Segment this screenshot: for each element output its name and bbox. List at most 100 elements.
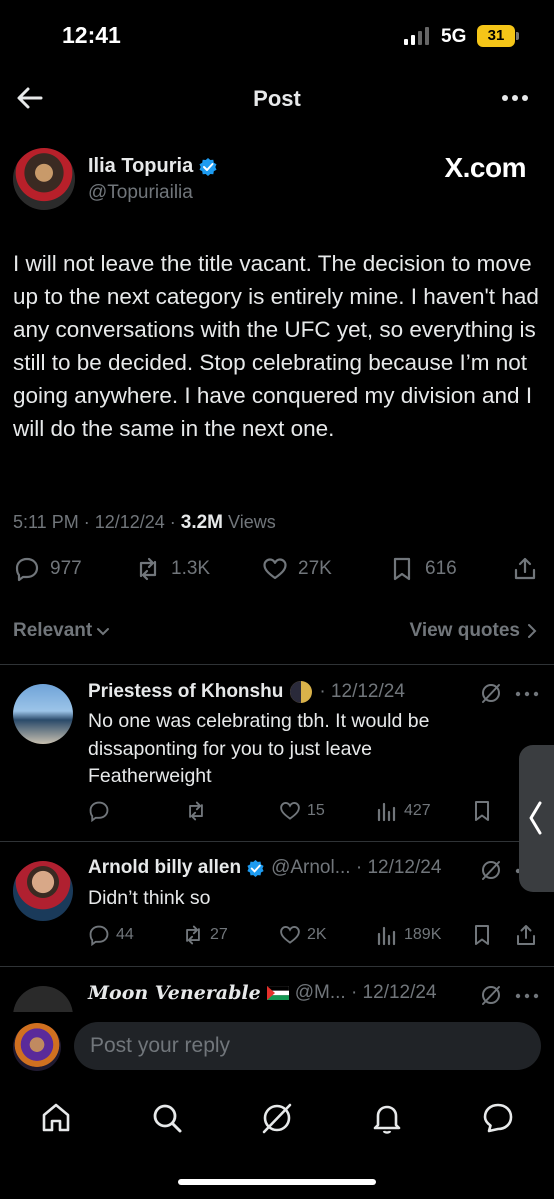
- views-button[interactable]: 189K: [376, 924, 441, 946]
- share-button[interactable]: [512, 556, 538, 582]
- post-text: I will not leave the title vacant. The d…: [13, 251, 539, 441]
- sort-dropdown[interactable]: Relevant: [13, 620, 110, 642]
- source-badge: X.com: [444, 152, 526, 183]
- notifications-bell-icon[interactable]: [370, 1101, 404, 1135]
- verified-badge-icon: [199, 157, 217, 176]
- share-icon[interactable]: [515, 924, 537, 946]
- grok-icon[interactable]: [260, 1101, 294, 1135]
- reply-icon: [89, 925, 109, 946]
- like-count: 27K: [298, 558, 332, 579]
- signal-icon: [404, 27, 429, 45]
- battery-level: 31: [487, 27, 505, 44]
- side-drawer-handle[interactable]: [519, 745, 554, 892]
- avatar[interactable]: [13, 684, 73, 744]
- reply-text: Didn’t think so: [88, 887, 211, 909]
- bookmark-button[interactable]: 616: [389, 556, 457, 582]
- reply-composer: Post your reply: [0, 1012, 554, 1082]
- chevron-down-icon: [97, 628, 110, 636]
- bookmark-count: 616: [425, 558, 457, 579]
- author-handle[interactable]: @Topuriailia: [88, 182, 193, 204]
- reply-item[interactable]: Arnold billy allen @Arnol... · 12/12/24 …: [0, 857, 554, 962]
- reply-header: Moon Venerable @M... · 12/12/24: [88, 982, 437, 1004]
- reply-input[interactable]: Post your reply: [74, 1022, 541, 1070]
- view-quotes-link[interactable]: View quotes: [409, 620, 538, 642]
- reply-text: No one was celebrating tbh. It would be …: [88, 710, 430, 787]
- avatar[interactable]: [13, 148, 75, 210]
- heart-icon: [280, 802, 300, 820]
- header: Post: [0, 72, 554, 126]
- repost-button[interactable]: 1.3K: [135, 556, 210, 582]
- repost-icon: [186, 925, 200, 945]
- reply-author-name[interactable]: Priestess of Khonshu: [88, 681, 283, 703]
- reply-meta: @Arnol... · 12/12/24: [271, 857, 442, 878]
- avatar[interactable]: [13, 1023, 61, 1071]
- more-options-icon[interactable]: [500, 84, 530, 112]
- reply-item[interactable]: Priestess of Khonshu · 12/12/24 No one w…: [0, 680, 554, 840]
- bookmark-icon[interactable]: [471, 800, 493, 822]
- repost-button[interactable]: 27: [182, 924, 228, 946]
- reply-input-placeholder: Post your reply: [90, 1034, 231, 1057]
- chevron-left-icon: [529, 801, 542, 835]
- views-count: 427: [404, 802, 431, 819]
- author-name: Ilia Topuria: [88, 155, 194, 177]
- post-meta: 5:11 PM · 12/12/24 · 3.2M Views: [13, 512, 276, 534]
- author-name-row[interactable]: Ilia Topuria: [88, 155, 218, 178]
- like-button[interactable]: 27K: [262, 556, 332, 582]
- reply-button[interactable]: 44: [88, 924, 134, 946]
- views-count[interactable]: 3.2M: [181, 512, 223, 533]
- views-icon: [377, 802, 396, 822]
- like-count: 2K: [307, 926, 327, 943]
- divider: [0, 664, 554, 665]
- grok-icon[interactable]: [480, 682, 502, 704]
- bookmark-icon: [393, 557, 411, 581]
- messages-icon[interactable]: [481, 1101, 515, 1135]
- reply-button[interactable]: [88, 800, 116, 822]
- reply-count: 44: [116, 926, 134, 943]
- avatar[interactable]: [13, 861, 73, 921]
- views-count: 189K: [404, 926, 442, 943]
- views-icon: [377, 926, 396, 946]
- reply-button[interactable]: 977: [14, 556, 82, 582]
- reply-author-name[interactable]: Arnold billy allen: [88, 857, 241, 879]
- reply-filter-row: Relevant View quotes: [0, 618, 554, 646]
- like-button[interactable]: 2K: [279, 924, 327, 946]
- battery-icon: 31: [477, 25, 515, 47]
- views-button[interactable]: 427: [376, 800, 431, 822]
- home-icon[interactable]: [39, 1101, 73, 1135]
- post-timestamp: 5:11 PM · 12/12/24 ·: [13, 512, 181, 532]
- views-label: Views: [223, 512, 276, 532]
- repost-button[interactable]: [185, 800, 213, 822]
- avatar[interactable]: [13, 986, 73, 1012]
- reply-meta: · 12/12/24: [319, 681, 405, 702]
- more-options-icon[interactable]: [514, 986, 540, 1006]
- sort-label: Relevant: [13, 620, 93, 641]
- grok-icon[interactable]: [480, 859, 502, 881]
- reply-icon: [15, 557, 39, 582]
- heart-icon: [263, 558, 287, 580]
- home-indicator[interactable]: [178, 1179, 376, 1185]
- post-author: Ilia Topuria @Topuriailia X.com: [0, 148, 554, 218]
- reply-meta: @M... · 12/12/24: [294, 982, 437, 1003]
- like-button[interactable]: 15: [279, 800, 325, 822]
- grok-icon[interactable]: [480, 984, 502, 1006]
- divider: [0, 966, 554, 967]
- repost-icon: [189, 801, 203, 821]
- divider: [0, 841, 554, 842]
- repost-icon: [139, 557, 157, 581]
- chevron-right-icon: [528, 624, 537, 638]
- bottom-tab-bar: [0, 1085, 554, 1155]
- repost-count: 27: [210, 926, 228, 943]
- heart-icon: [280, 926, 300, 944]
- reply-author-name[interactable]: Moon Venerable: [88, 982, 261, 1004]
- network-type: 5G: [441, 26, 467, 47]
- bookmark-icon[interactable]: [471, 924, 493, 946]
- more-options-icon[interactable]: [514, 684, 540, 704]
- reply-header: Arnold billy allen @Arnol... · 12/12/24: [88, 857, 441, 879]
- search-icon[interactable]: [150, 1101, 184, 1135]
- like-count: 15: [307, 802, 325, 819]
- flag-emoji-icon: [266, 986, 289, 1000]
- reply-item[interactable]: Moon Venerable @M... · 12/12/24: [0, 982, 554, 1012]
- post-actions: 977 1.3K 27K 616: [0, 556, 554, 590]
- reply-header: Priestess of Khonshu · 12/12/24: [88, 680, 405, 704]
- verified-badge-icon: [247, 859, 264, 877]
